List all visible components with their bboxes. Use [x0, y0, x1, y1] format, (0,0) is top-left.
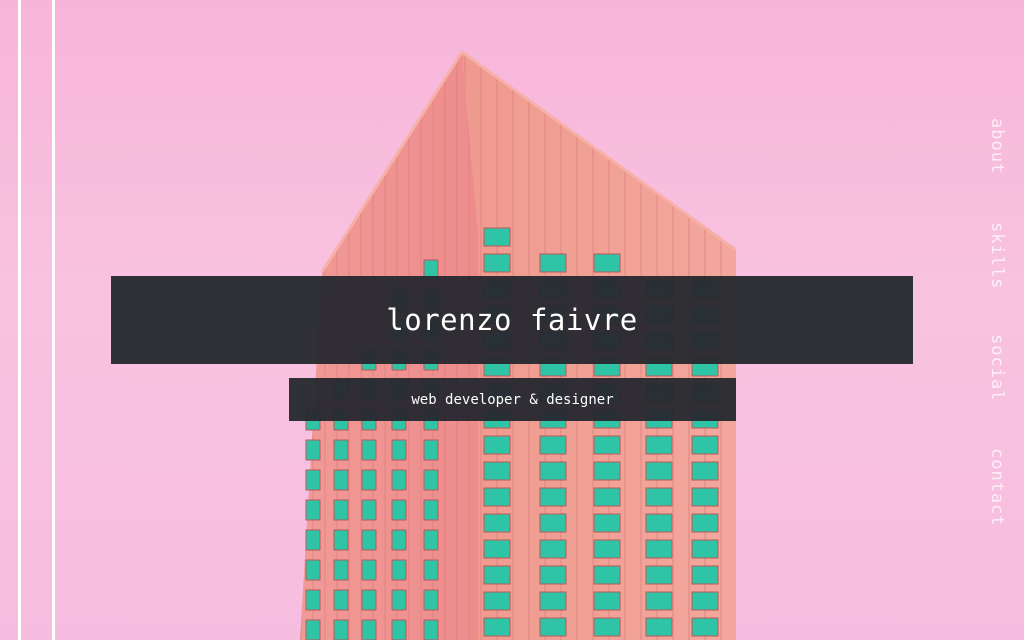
- building-window: [391, 499, 407, 521]
- building-window: [645, 513, 673, 533]
- building-window: [423, 499, 439, 521]
- building-window: [423, 469, 439, 491]
- building-window: [305, 499, 321, 521]
- building-window: [539, 591, 567, 611]
- name-banner: lorenzo faivre: [111, 276, 913, 364]
- building-window: [593, 253, 621, 273]
- building-window: [483, 539, 511, 559]
- building-window: [305, 589, 321, 611]
- building-window: [361, 559, 377, 581]
- building-window: [333, 589, 349, 611]
- nav-about[interactable]: about: [982, 118, 1012, 174]
- building-window: [305, 529, 321, 551]
- building-window: [483, 513, 511, 533]
- building-window: [691, 617, 719, 637]
- building-window: [423, 529, 439, 551]
- nav-social-link[interactable]: social: [987, 334, 1007, 401]
- site-title: lorenzo faivre: [386, 303, 638, 337]
- building-window: [483, 487, 511, 507]
- site-tagline: web developer & designer: [411, 391, 614, 408]
- building-window: [391, 529, 407, 551]
- building-window: [645, 539, 673, 559]
- building-window: [391, 619, 407, 640]
- building-window: [423, 439, 439, 461]
- building-window: [391, 559, 407, 581]
- building-window: [333, 499, 349, 521]
- building-window: [305, 469, 321, 491]
- nav-about-link[interactable]: about: [987, 118, 1007, 174]
- building-window: [361, 529, 377, 551]
- building-window: [539, 253, 567, 273]
- building-window: [539, 487, 567, 507]
- building-window: [645, 565, 673, 585]
- building-window: [691, 461, 719, 481]
- tagline-banner: web developer & designer: [289, 378, 736, 421]
- building-window: [593, 487, 621, 507]
- building-window: [361, 439, 377, 461]
- building-window: [333, 439, 349, 461]
- building-window: [361, 499, 377, 521]
- building-window: [645, 591, 673, 611]
- building-window: [593, 539, 621, 559]
- building-window: [539, 461, 567, 481]
- building-window: [593, 617, 621, 637]
- building-window: [593, 513, 621, 533]
- building-window: [691, 565, 719, 585]
- building-window: [423, 589, 439, 611]
- building-window: [691, 591, 719, 611]
- building-window: [483, 227, 511, 247]
- building-window: [691, 539, 719, 559]
- building-window: [423, 559, 439, 581]
- building-window: [593, 565, 621, 585]
- building-window: [483, 591, 511, 611]
- building-window: [305, 439, 321, 461]
- building-window: [645, 435, 673, 455]
- building-window: [361, 619, 377, 640]
- building-window: [539, 617, 567, 637]
- building-window: [483, 617, 511, 637]
- building-window: [691, 435, 719, 455]
- building-window: [305, 619, 321, 640]
- building-window: [333, 619, 349, 640]
- building-window: [593, 591, 621, 611]
- building-window: [645, 617, 673, 637]
- building-window: [391, 439, 407, 461]
- nav-social[interactable]: social: [982, 334, 1012, 401]
- building-window: [593, 435, 621, 455]
- building-window: [483, 565, 511, 585]
- building-window: [361, 589, 377, 611]
- building-window: [483, 461, 511, 481]
- nav-skills-link[interactable]: skills: [987, 222, 1007, 289]
- building-window: [423, 619, 439, 640]
- building-window: [539, 435, 567, 455]
- nav-contact-link[interactable]: contact: [987, 448, 1007, 527]
- building-window: [645, 487, 673, 507]
- building-window: [539, 539, 567, 559]
- building-window: [645, 461, 673, 481]
- building-window: [691, 487, 719, 507]
- building-window: [305, 559, 321, 581]
- building-window: [593, 461, 621, 481]
- building-window: [483, 253, 511, 273]
- building-window: [391, 589, 407, 611]
- nav-contact[interactable]: contact: [982, 448, 1012, 527]
- building-window: [539, 513, 567, 533]
- building-window: [391, 469, 407, 491]
- building-window: [539, 565, 567, 585]
- building-window: [333, 559, 349, 581]
- nav-skills[interactable]: skills: [982, 222, 1012, 289]
- building-window: [483, 435, 511, 455]
- building-window: [333, 529, 349, 551]
- building-window: [361, 469, 377, 491]
- building-window: [333, 469, 349, 491]
- building-window: [691, 513, 719, 533]
